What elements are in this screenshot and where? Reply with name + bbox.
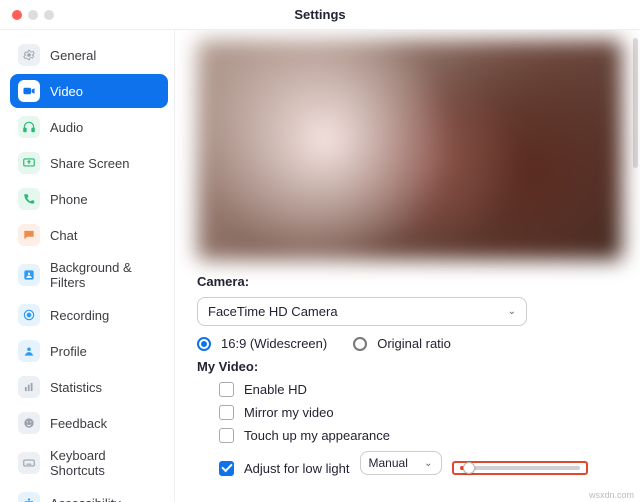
slider-thumb[interactable]: [463, 462, 475, 474]
keyboard-icon: [18, 452, 40, 474]
myvideo-section-label: My Video:: [197, 359, 622, 374]
minimize-icon[interactable]: [28, 10, 38, 20]
sidebar-item-share-screen[interactable]: Share Screen: [10, 146, 168, 180]
enable-hd-checkbox[interactable]: [219, 382, 234, 397]
camera-select-value: FaceTime HD Camera: [208, 304, 338, 319]
titlebar: Settings: [0, 0, 640, 30]
sidebar-item-background-filters[interactable]: Background & Filters: [10, 254, 168, 296]
share-screen-icon: [18, 152, 40, 174]
sidebar-item-phone[interactable]: Phone: [10, 182, 168, 216]
scrollbar[interactable]: [633, 38, 638, 168]
sidebar-item-general[interactable]: General: [10, 38, 168, 72]
sidebar-item-label: Video: [50, 84, 83, 99]
maximize-icon[interactable]: [44, 10, 54, 20]
profile-icon: [18, 340, 40, 362]
low-light-slider-highlight: [452, 461, 588, 475]
low-light-mode-select[interactable]: Manual ⌄: [360, 451, 442, 475]
watermark: wsxdn.com: [589, 490, 634, 500]
headphones-icon: [18, 116, 40, 138]
low-light-label: Adjust for low light: [244, 461, 350, 476]
sidebar-item-label: Share Screen: [50, 156, 130, 171]
sidebar-item-label: General: [50, 48, 96, 63]
low-light-slider[interactable]: [460, 466, 580, 470]
record-icon: [18, 304, 40, 326]
camera-section-label: Camera:: [197, 274, 622, 289]
aspect-widescreen-label: 16:9 (Widescreen): [221, 336, 327, 351]
sidebar-item-statistics[interactable]: Statistics: [10, 370, 168, 404]
chevron-down-icon: ⌄: [424, 458, 432, 469]
video-preview: [197, 40, 622, 260]
chat-icon: [18, 224, 40, 246]
sidebar-item-keyboard-shortcuts[interactable]: Keyboard Shortcuts: [10, 442, 168, 484]
aspect-original-label: Original ratio: [377, 336, 451, 351]
background-icon: [18, 264, 40, 286]
sidebar-item-recording[interactable]: Recording: [10, 298, 168, 332]
touch-up-label: Touch up my appearance: [244, 428, 390, 443]
close-icon[interactable]: [12, 10, 22, 20]
accessibility-icon: [18, 492, 40, 502]
window-controls[interactable]: [12, 10, 54, 20]
gear-icon: [18, 44, 40, 66]
sidebar-item-label: Audio: [50, 120, 83, 135]
sidebar-item-label: Profile: [50, 344, 87, 359]
feedback-icon: [18, 412, 40, 434]
sidebar-item-video[interactable]: Video: [10, 74, 168, 108]
content-pane: Camera: FaceTime HD Camera ⌄ 16:9 (Wides…: [175, 30, 640, 502]
sidebar-item-label: Recording: [50, 308, 109, 323]
low-light-mode-value: Manual: [369, 456, 408, 470]
sidebar-item-feedback[interactable]: Feedback: [10, 406, 168, 440]
sidebar-item-label: Keyboard Shortcuts: [50, 448, 160, 478]
low-light-checkbox[interactable]: [219, 461, 234, 476]
enable-hd-label: Enable HD: [244, 382, 307, 397]
sidebar-item-label: Phone: [50, 192, 88, 207]
chevron-down-icon: ⌄: [508, 306, 516, 317]
window-title: Settings: [294, 7, 345, 22]
mirror-video-checkbox[interactable]: [219, 405, 234, 420]
mirror-video-label: Mirror my video: [244, 405, 334, 420]
sidebar: General Video Audio Share Screen Phone: [0, 30, 175, 502]
sidebar-item-label: Chat: [50, 228, 77, 243]
sidebar-item-chat[interactable]: Chat: [10, 218, 168, 252]
stats-icon: [18, 376, 40, 398]
touch-up-checkbox[interactable]: [219, 428, 234, 443]
video-icon: [18, 80, 40, 102]
sidebar-item-label: Accessibility: [50, 496, 121, 502]
camera-select[interactable]: FaceTime HD Camera ⌄: [197, 297, 527, 326]
phone-icon: [18, 188, 40, 210]
sidebar-item-label: Background & Filters: [50, 260, 160, 290]
sidebar-item-label: Statistics: [50, 380, 102, 395]
sidebar-item-audio[interactable]: Audio: [10, 110, 168, 144]
sidebar-item-profile[interactable]: Profile: [10, 334, 168, 368]
aspect-original-radio[interactable]: [353, 337, 367, 351]
sidebar-item-label: Feedback: [50, 416, 107, 431]
sidebar-item-accessibility[interactable]: Accessibility: [10, 486, 168, 502]
aspect-widescreen-radio[interactable]: [197, 337, 211, 351]
